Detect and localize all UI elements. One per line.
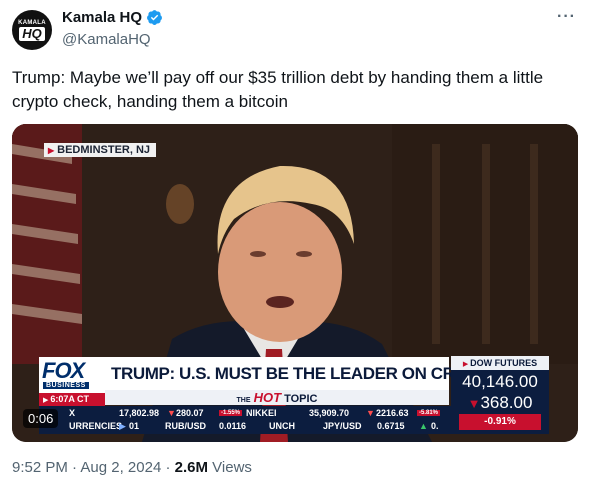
ticker-value: 0.0116	[219, 421, 247, 431]
views-count: 2.6M	[174, 459, 208, 476]
ticker-value: 35,909.70	[309, 408, 350, 418]
ticker-word: UNCH	[269, 421, 295, 431]
ticker-value: 0.	[431, 421, 439, 431]
dateline-text: BEDMINSTER, NJ	[57, 144, 151, 156]
hot-topic-the: THE	[236, 397, 251, 404]
dateline-arrow-icon: ▶	[48, 145, 55, 155]
dow-futures-box: ▶ DOW FUTURES 40,146.00 ▼368.00 -0.91%	[451, 356, 549, 434]
dow-change-value: 368.00	[480, 393, 533, 412]
display-name[interactable]: Kamala HQ	[62, 9, 142, 26]
ticker-label: URRENCIES	[69, 421, 123, 431]
down-arrow-icon: ▼	[366, 408, 375, 418]
chyron-headline: TRUMP: U.S. MUST BE THE LEADER ON CRYPTO	[105, 357, 499, 390]
local-time-text: 6:07A CT	[50, 394, 90, 404]
down-arrow-icon: ▼	[167, 408, 176, 418]
post-time[interactable]: 9:52 PM	[12, 459, 68, 476]
avatar-mid-text: HQ	[19, 26, 45, 41]
video-timecode: 0:06	[23, 409, 59, 428]
tweet: KAMALA HQ Kamala HQ @KamalaHQ ··· Trump:…	[0, 0, 592, 492]
ticker-pair: JPY/USD	[323, 421, 362, 431]
ticker-value: 2216.63	[376, 408, 409, 418]
meta-separator: ·	[165, 459, 171, 476]
network-logo: FOX	[42, 358, 85, 383]
handle[interactable]: @KamalaHQ	[62, 31, 151, 48]
stock-ticker: X 17,802.98 ▼ 280.07 -1.55% NIKKEI 35,90…	[39, 406, 451, 434]
ticker-value: 17,802.98	[119, 408, 160, 418]
name-row: Kamala HQ	[62, 9, 163, 26]
ticker-value: 0.6715	[377, 421, 405, 431]
dow-percent: -0.91%	[459, 414, 541, 430]
ticker-label: X	[69, 408, 76, 418]
up-arrow-icon: ▲	[419, 421, 428, 431]
dow-value: 40,146.00	[462, 372, 538, 391]
ticker-row-1: X 17,802.98 ▼ 280.07 -1.55% NIKKEI 35,90…	[39, 408, 451, 419]
verified-badge-icon	[147, 10, 162, 25]
dow-change: ▼368.00	[451, 393, 549, 414]
right-arrow-icon: ▶	[119, 421, 126, 431]
ticker-percent: -5.81%	[417, 410, 441, 416]
ticker-value: 280.07	[176, 408, 204, 418]
network-logo-box: FOX BUSINESS ▶ 6:07A CT	[39, 357, 105, 406]
more-options-icon[interactable]: ···	[557, 8, 576, 26]
tweet-text: Trump: Maybe we’ll pay off our $35 trill…	[12, 68, 544, 111]
ticker-name: NIKKEI	[246, 408, 277, 418]
down-arrow-icon: ▼	[467, 396, 481, 411]
local-time: ▶ 6:07A CT	[39, 393, 105, 406]
hot-topic-banner: THE HOT TOPIC	[105, 390, 449, 405]
ticker-row-2: URRENCIES ▶ 01 RUB/USD 0.0116 UNCH JPY/U…	[39, 421, 451, 432]
tweet-meta: 9:52 PM · Aug 2, 2024 · 2.6M Views	[12, 459, 252, 476]
dateline: ▶ BEDMINSTER, NJ	[44, 143, 157, 157]
hot-topic-hot: HOT	[253, 390, 282, 405]
ticker-value: 01	[129, 421, 140, 431]
ticker-pair: RUB/USD	[165, 421, 207, 431]
video-player[interactable]: ▶ BEDMINSTER, NJ FOX BUSINESS ▶ 6:07A CT…	[12, 124, 578, 442]
avatar[interactable]: KAMALA HQ	[12, 10, 52, 50]
post-date[interactable]: Aug 2, 2024	[80, 459, 161, 476]
dow-title-text: DOW FUTURES	[470, 358, 538, 368]
hot-topic-topic: TOPIC	[284, 393, 318, 405]
network-sub: BUSINESS	[43, 382, 89, 389]
meta-separator: ·	[72, 459, 78, 476]
news-chyron: FOX BUSINESS ▶ 6:07A CT TRUMP: U.S. MUST…	[39, 356, 551, 434]
dow-title: ▶ DOW FUTURES	[451, 356, 549, 370]
ticker-percent: -1.55%	[219, 410, 243, 416]
views-label: Views	[212, 459, 252, 476]
